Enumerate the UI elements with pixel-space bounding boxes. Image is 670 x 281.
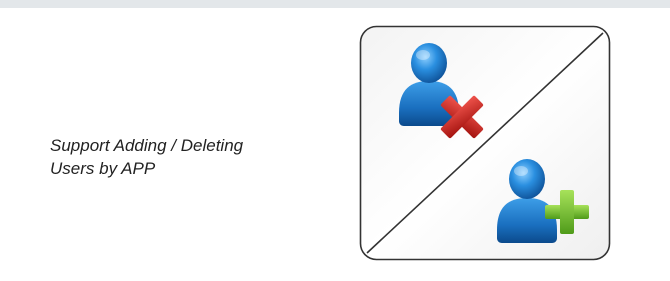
top-divider-bar [0,0,670,8]
caption-line-2: Users by APP [50,159,156,178]
feature-panel: Support Adding / Deleting Users by APP [0,0,670,281]
feature-caption: Support Adding / Deleting Users by APP [50,134,330,180]
user-management-illustration [359,25,611,261]
caption-line-1: Support Adding / Deleting [50,136,244,155]
